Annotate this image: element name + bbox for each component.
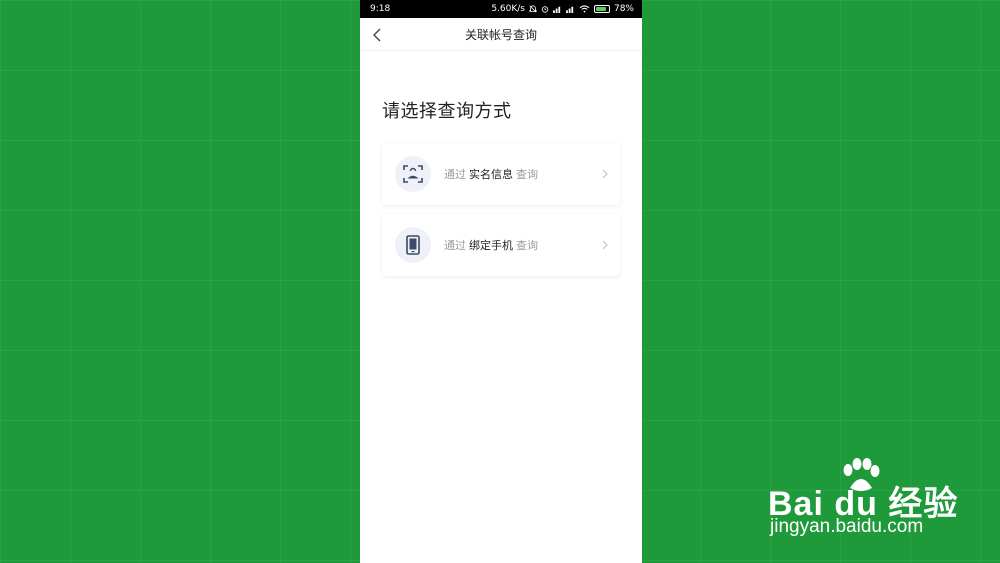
chevron-right-icon: [600, 240, 610, 250]
network-speed: 5.60K/s: [491, 4, 525, 14]
face-scan-icon: [395, 156, 431, 192]
signal-icon: [566, 5, 575, 13]
mute-icon: [529, 5, 537, 13]
chevron-right-icon: [600, 169, 610, 179]
alarm-icon: [541, 5, 549, 13]
battery-icon: [593, 5, 610, 13]
phone-icon: [395, 227, 431, 263]
back-button[interactable]: [366, 24, 388, 46]
option-bound-phone[interactable]: 通过 绑定手机 查询: [382, 214, 620, 276]
watermark-url: jingyan.baidu.com: [770, 516, 924, 537]
main-content: 请选择查询方式 通过 实名信息 查询 通过 绑定手机 查询: [360, 51, 642, 276]
chevron-left-icon: [373, 28, 381, 42]
option-real-name[interactable]: 通过 实名信息 查询: [382, 143, 620, 205]
status-bar: 9:18 5.60K/s 78%: [360, 0, 642, 18]
option-label: 通过 绑定手机 查询: [444, 239, 538, 252]
page-title: 关联帐号查询: [464, 27, 537, 42]
nav-bar: 关联帐号查询: [360, 18, 642, 51]
option-label: 通过 实名信息 查询: [444, 168, 538, 181]
wifi-icon: [579, 5, 590, 13]
status-time: 9:18: [370, 4, 391, 14]
signal-icon: [553, 5, 562, 13]
section-heading: 请选择查询方式: [382, 101, 512, 122]
phone-screen: 9:18 5.60K/s 78% 关联帐号查询 请选择查询方式 通过 实名信息 …: [360, 0, 642, 563]
battery-percent: 78%: [613, 4, 634, 14]
baidu-watermark: Bai du 经验 jingyan.baidu.com: [768, 458, 978, 548]
status-indicators: 5.60K/s 78%: [491, 4, 634, 14]
